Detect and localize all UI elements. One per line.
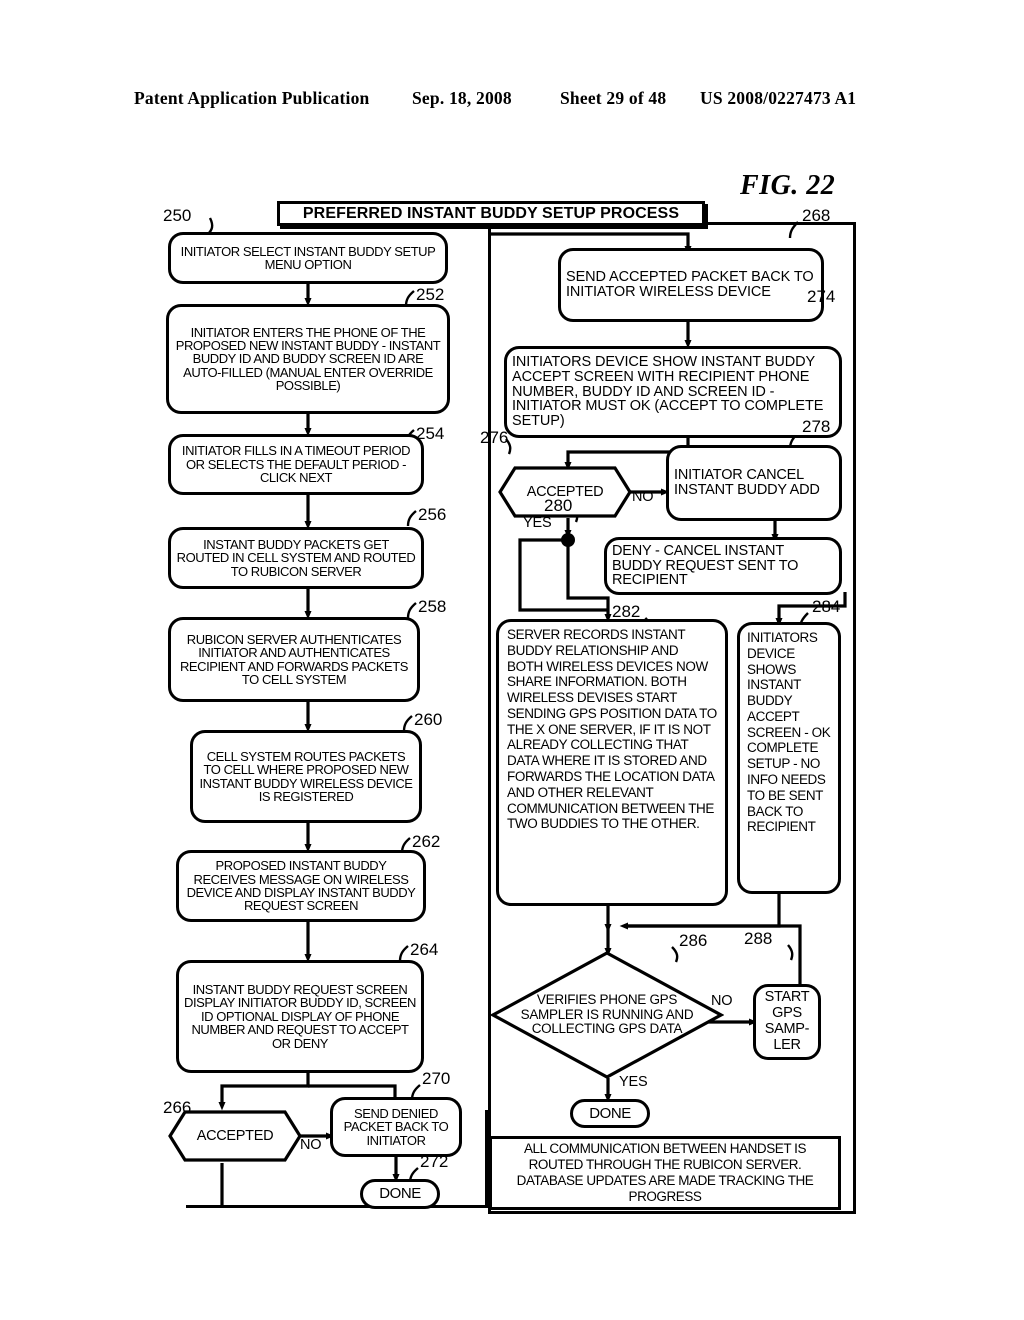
ref-262: 262 xyxy=(412,832,441,851)
ref-272: 272 xyxy=(420,1152,449,1171)
node-288-label: START GPS SAMP-LER xyxy=(764,989,810,1053)
ref-260: 260 xyxy=(414,710,443,729)
node-282: SERVER RECORDS INSTANT BUDDY RELATIONSHI… xyxy=(496,619,728,906)
node-250: INITIATOR SELECT INSTANT BUDDY SETUP MEN… xyxy=(168,232,448,284)
branch-no-266: NO xyxy=(300,1137,322,1153)
branch-no-276: NO xyxy=(632,489,654,505)
node-268-label: SEND ACCEPTED PACKET BACK TO INITIATOR W… xyxy=(566,269,814,300)
ref-264: 264 xyxy=(410,940,439,959)
ref-276: 276 xyxy=(480,428,509,447)
branch-no-286: NO xyxy=(711,993,733,1009)
node-254-label: INITIATOR FILLS IN A TIMEOUT PERIOD OR S… xyxy=(181,443,411,486)
ref-274: 274 xyxy=(807,287,836,306)
node-258-label: RUBICON SERVER AUTHENTICATES INITIATOR A… xyxy=(179,631,408,687)
node-250-label: INITIATOR SELECT INSTANT BUDDY SETUP MEN… xyxy=(180,243,436,272)
node-268: SEND ACCEPTED PACKET BACK TO INITIATOR W… xyxy=(558,248,824,322)
node-254: INITIATOR FILLS IN A TIMEOUT PERIOD OR S… xyxy=(168,434,424,495)
ref-256: 256 xyxy=(418,505,447,524)
node-288: START GPS SAMP-LER xyxy=(753,984,821,1060)
node-262: PROPOSED INSTANT BUDDY RECEIVES MESSAGE … xyxy=(176,850,426,922)
node-258: RUBICON SERVER AUTHENTICATES INITIATOR A… xyxy=(168,617,420,702)
node-done-bottom-label: DONE xyxy=(589,1104,631,1122)
node-274-label: INITIATORS DEVICE SHOW INSTANT BUDDY ACC… xyxy=(512,353,824,430)
node-270: SEND DENIED PACKET BACK TO INITIATOR xyxy=(330,1097,462,1157)
ref-258: 258 xyxy=(418,597,447,616)
node-252-label: INITIATOR ENTERS THE PHONE OF THE PROPOS… xyxy=(175,324,441,394)
ref-270: 270 xyxy=(422,1069,451,1088)
ref-286: 286 xyxy=(679,931,708,950)
node-262-label: PROPOSED INSTANT BUDDY RECEIVES MESSAGE … xyxy=(186,858,416,914)
node-270-label: SEND DENIED PACKET BACK TO INITIATOR xyxy=(343,1105,449,1148)
ref-278: 278 xyxy=(802,417,831,436)
node-264: INSTANT BUDDY REQUEST SCREEN DISPLAY INI… xyxy=(176,960,424,1073)
ref-288: 288 xyxy=(744,929,773,948)
node-284: INITIATORS DEVICE SHOWS INSTANT BUDDY AC… xyxy=(737,622,841,894)
decision-286-label: VERIFIES PHONE GPS SAMPLER IS RUNNING AN… xyxy=(520,992,694,1037)
diagram-title-banner: PREFERRED INSTANT BUDDY SETUP PROCESS xyxy=(277,201,705,226)
node-260-label: CELL SYSTEM ROUTES PACKETS TO CELL WHERE… xyxy=(199,748,413,804)
node-260: CELL SYSTEM ROUTES PACKETS TO CELL WHERE… xyxy=(190,730,422,823)
node-272-label: DONE xyxy=(379,1185,421,1203)
ref-282: 282 xyxy=(612,602,641,621)
note-box: ALL COMMUNICATION BETWEEN HANDSET IS ROU… xyxy=(489,1136,841,1210)
ref-280: 280 xyxy=(544,496,573,515)
node-278-label: INITIATOR CANCEL INSTANT BUDDY ADD xyxy=(674,467,820,498)
branch-yes-276: YES xyxy=(523,515,552,531)
node-done-bottom: DONE xyxy=(570,1099,650,1128)
ref-284: 284 xyxy=(812,597,841,616)
node-252: INITIATOR ENTERS THE PHONE OF THE PROPOS… xyxy=(166,304,450,414)
branch-yes-286: YES xyxy=(619,1074,648,1090)
ref-250: 250 xyxy=(163,206,192,225)
decision-286: VERIFIES PHONE GPS SAMPLER IS RUNNING AN… xyxy=(490,950,724,1080)
ref-254: 254 xyxy=(416,424,445,443)
diagram-title: PREFERRED INSTANT BUDDY SETUP PROCESS xyxy=(302,204,680,222)
node-280: DENY - CANCEL INSTANT BUDDY REQUEST SENT… xyxy=(604,537,842,595)
node-284-label: INITIATORS DEVICE SHOWS INSTANT BUDDY AC… xyxy=(747,630,831,835)
note-box-label: ALL COMMUNICATION BETWEEN HANDSET IS ROU… xyxy=(516,1140,814,1205)
ref-268: 268 xyxy=(802,206,831,225)
ref-266: 266 xyxy=(163,1098,192,1117)
node-264-label: INSTANT BUDDY REQUEST SCREEN DISPLAY INI… xyxy=(184,982,416,1051)
node-274: INITIATORS DEVICE SHOW INSTANT BUDDY ACC… xyxy=(504,346,842,438)
node-282-label: SERVER RECORDS INSTANT BUDDY RELATIONSHI… xyxy=(507,627,717,832)
decision-266-label: ACCEPTED xyxy=(196,1128,274,1144)
ref-252: 252 xyxy=(416,285,445,304)
node-272-done: DONE xyxy=(360,1179,440,1209)
node-256: INSTANT BUDDY PACKETS GET ROUTED IN CELL… xyxy=(168,527,424,589)
patent-sheet: Patent Application Publication Sep. 18, … xyxy=(0,0,1024,1320)
node-256-label: INSTANT BUDDY PACKETS GET ROUTED IN CELL… xyxy=(176,536,416,579)
node-280-label: DENY - CANCEL INSTANT BUDDY REQUEST SENT… xyxy=(612,542,799,589)
node-278: INITIATOR CANCEL INSTANT BUDDY ADD xyxy=(666,445,842,521)
